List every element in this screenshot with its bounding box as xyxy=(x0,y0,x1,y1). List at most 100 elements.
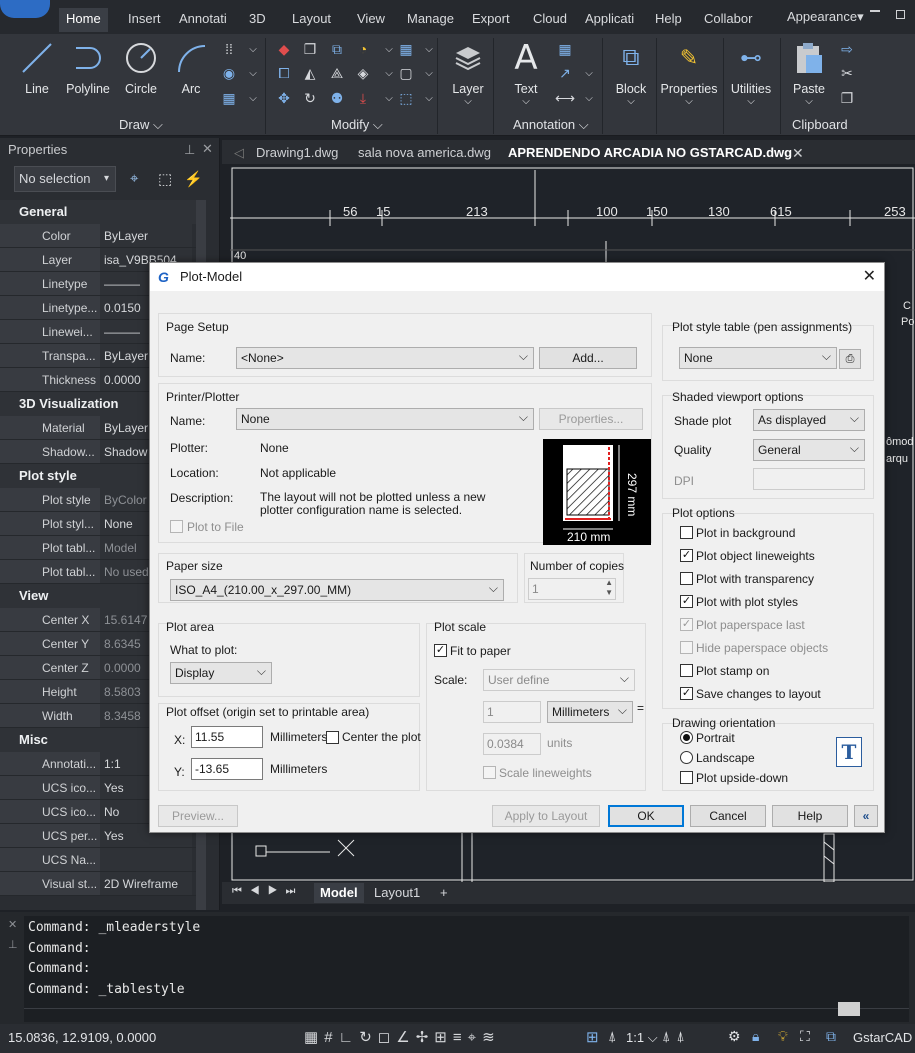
tab-scroll-left-icon[interactable]: ◁ xyxy=(228,142,250,164)
auto-scale-icon[interactable]: ⍋ xyxy=(662,1028,676,1044)
dialog-titlebar[interactable]: G Plot-Model ✕ xyxy=(150,263,884,291)
join-icon[interactable]: ⬚ xyxy=(397,89,415,107)
printer-name-combo[interactable]: None xyxy=(236,408,534,430)
copy-icon[interactable]: ❐ xyxy=(838,89,856,107)
line-button[interactable]: Line xyxy=(8,40,66,110)
plot-to-file-checkbox[interactable] xyxy=(170,520,183,533)
plot-stamp-on-checkbox[interactable] xyxy=(680,664,693,677)
dpi-input[interactable] xyxy=(753,468,865,490)
mirror-icon[interactable]: ⟁ xyxy=(328,64,346,82)
pin-icon[interactable]: ⊥ xyxy=(184,142,195,158)
draw-panel-title[interactable]: Draw ⌵ xyxy=(119,117,163,133)
workspace-icon[interactable]: ⧉ xyxy=(826,1028,836,1045)
dyn-icon[interactable]: ⊞ xyxy=(434,1029,453,1046)
isolate-objects-icon[interactable]: 💡︎ xyxy=(778,1028,788,1045)
scale-unit-combo[interactable]: Millimeters xyxy=(547,701,633,723)
offset-icon[interactable]: ⧠ xyxy=(275,64,293,82)
upside-down-checkbox[interactable] xyxy=(680,771,693,784)
toggle-pickadd-icon[interactable]: ⌖ xyxy=(130,170,138,187)
doc-tab-drawing1[interactable]: Drawing1.dwg xyxy=(250,142,344,164)
selection-cycling-icon[interactable]: ⌖ xyxy=(468,1029,482,1046)
trim-icon[interactable]: ◭ xyxy=(301,64,319,82)
plot-in-background-checkbox[interactable] xyxy=(680,526,693,539)
grid-icon[interactable]: ▦ xyxy=(304,1029,324,1046)
doc-tab-aprendendo-arcadia[interactable]: APRENDENDO ARCADIA NO GSTARCAD.dwg xyxy=(502,142,798,164)
ellipse-icon[interactable]: ◉ xyxy=(220,64,238,82)
quick-select-icon[interactable]: ⚡ xyxy=(184,170,203,188)
leader-icon[interactable]: ↗ xyxy=(556,64,574,82)
chevron-down-icon[interactable]: ⌵ xyxy=(244,89,262,107)
portrait-radio[interactable] xyxy=(680,731,693,744)
chevron-down-icon[interactable]: ⌵ xyxy=(380,64,398,82)
chevron-down-icon[interactable]: ⌵ xyxy=(580,64,598,82)
annotation-visibility-icon[interactable]: ≋ xyxy=(482,1029,501,1046)
app-menu-button[interactable] xyxy=(0,0,50,18)
drafting-toggles[interactable]: ▦#∟↻◻∠✢⊞≡⌖≋ xyxy=(304,1028,501,1046)
model-space-icon[interactable]: ⊞ xyxy=(586,1028,599,1046)
scale-numerator-input[interactable]: 1 xyxy=(483,701,541,723)
apply-to-layout-button[interactable]: Apply to Layout xyxy=(492,805,600,827)
add-page-setup-button[interactable]: Add... xyxy=(539,347,637,369)
annotation-toggles[interactable]: ⍋⍋ xyxy=(662,1028,691,1045)
minimize-ribbon-icon[interactable] xyxy=(870,10,880,12)
tab-view[interactable]: View xyxy=(350,8,392,32)
copies-spinner[interactable]: 1 ▲ ▼ xyxy=(528,578,616,600)
move-icon[interactable]: ⧉ xyxy=(328,40,346,58)
preview-button[interactable]: Preview... xyxy=(158,805,238,827)
close-tab-icon[interactable]: ✕ xyxy=(786,142,810,164)
properties-section-header[interactable]: General xyxy=(0,200,196,224)
plot-paperspace-last-checkbox[interactable]: ✓ xyxy=(680,618,693,631)
coordinates-readout[interactable]: 15.0836, 12.9109, 0.0000 xyxy=(8,1030,156,1045)
annotation-visible-icon[interactable]: ⍋ xyxy=(676,1028,690,1044)
cut-icon[interactable]: ✂ xyxy=(838,64,856,82)
block-button[interactable]: ⧉ Block ⌵ xyxy=(602,40,660,110)
tab-annotate[interactable]: Annotati xyxy=(172,8,234,32)
tab-3d[interactable]: 3D xyxy=(242,8,273,32)
selection-dropdown[interactable]: No selection ▾ xyxy=(14,166,116,192)
chevron-down-icon[interactable]: ⌵ xyxy=(380,40,398,58)
polyline-button[interactable]: Polyline xyxy=(59,40,117,110)
offset-x-input[interactable]: 11.55 xyxy=(191,726,263,748)
what-to-plot-combo[interactable]: Display xyxy=(170,662,272,684)
new-layout-button[interactable]: + xyxy=(440,883,448,903)
ok-button[interactable]: OK xyxy=(608,805,684,827)
break-icon[interactable]: ⤓ xyxy=(354,89,372,107)
erase-icon[interactable]: ◆ xyxy=(275,40,293,58)
hide-paperspace-objects-checkbox[interactable] xyxy=(680,641,693,654)
fit-to-paper-checkbox[interactable]: ✓ xyxy=(434,644,447,657)
property-value[interactable]: 2D Wireframe xyxy=(100,872,192,895)
plot-with-transparency-checkbox[interactable] xyxy=(680,572,693,585)
clean-screen-icon[interactable]: ⛶ xyxy=(800,1028,810,1045)
chevron-down-icon[interactable]: ⌵ xyxy=(244,64,262,82)
properties-button[interactable]: ✎ Properties ⌵ xyxy=(656,40,722,110)
fillet-icon[interactable]: ◔ xyxy=(354,40,372,58)
polar-icon[interactable]: ↻ xyxy=(359,1029,378,1046)
rectangle-icon[interactable]: ▦ xyxy=(220,89,238,107)
property-value[interactable]: ByLayer xyxy=(100,224,192,247)
save-changes-to-layout-checkbox[interactable]: ✓ xyxy=(680,687,693,700)
tab-collaborate[interactable]: Collabor xyxy=(697,8,759,32)
appearance-menu[interactable]: Appearance▾ xyxy=(780,6,871,30)
close-icon[interactable]: ✕ xyxy=(8,918,17,931)
plot-with-plot-styles-checkbox[interactable]: ✓ xyxy=(680,595,693,608)
explode-icon[interactable]: ▢ xyxy=(397,64,415,82)
close-icon[interactable]: ✕ xyxy=(202,141,213,157)
stretch-icon[interactable]: ◈ xyxy=(354,64,372,82)
chevron-down-icon[interactable]: ⌵ xyxy=(580,89,598,107)
edit-plot-style-icon[interactable]: ⎙ xyxy=(839,349,861,369)
tab-home[interactable]: Home xyxy=(59,8,108,32)
collapse-options-button[interactable]: « xyxy=(854,805,878,827)
property-row[interactable]: UCS Na... xyxy=(0,848,196,872)
command-scroll-thumb[interactable] xyxy=(838,1002,860,1016)
doc-tab-sala-nova-america[interactable]: sala nova america.dwg xyxy=(352,142,497,164)
tab-model[interactable]: Model xyxy=(314,883,364,903)
chevron-down-icon[interactable]: ⌵ xyxy=(420,89,438,107)
ducs-icon[interactable]: ✢ xyxy=(416,1029,435,1046)
help-button[interactable]: Help xyxy=(772,805,848,827)
copy-clip-icon[interactable]: ⇨ xyxy=(838,40,856,58)
utilities-button[interactable]: ⊷ Utilities ⌵ xyxy=(722,40,780,110)
paste-button[interactable]: Paste ⌵ xyxy=(780,40,838,110)
scale-lineweights-checkbox[interactable] xyxy=(483,766,496,779)
tab-insert[interactable]: Insert xyxy=(121,8,168,32)
plot-style-table-combo[interactable]: None xyxy=(679,347,837,369)
